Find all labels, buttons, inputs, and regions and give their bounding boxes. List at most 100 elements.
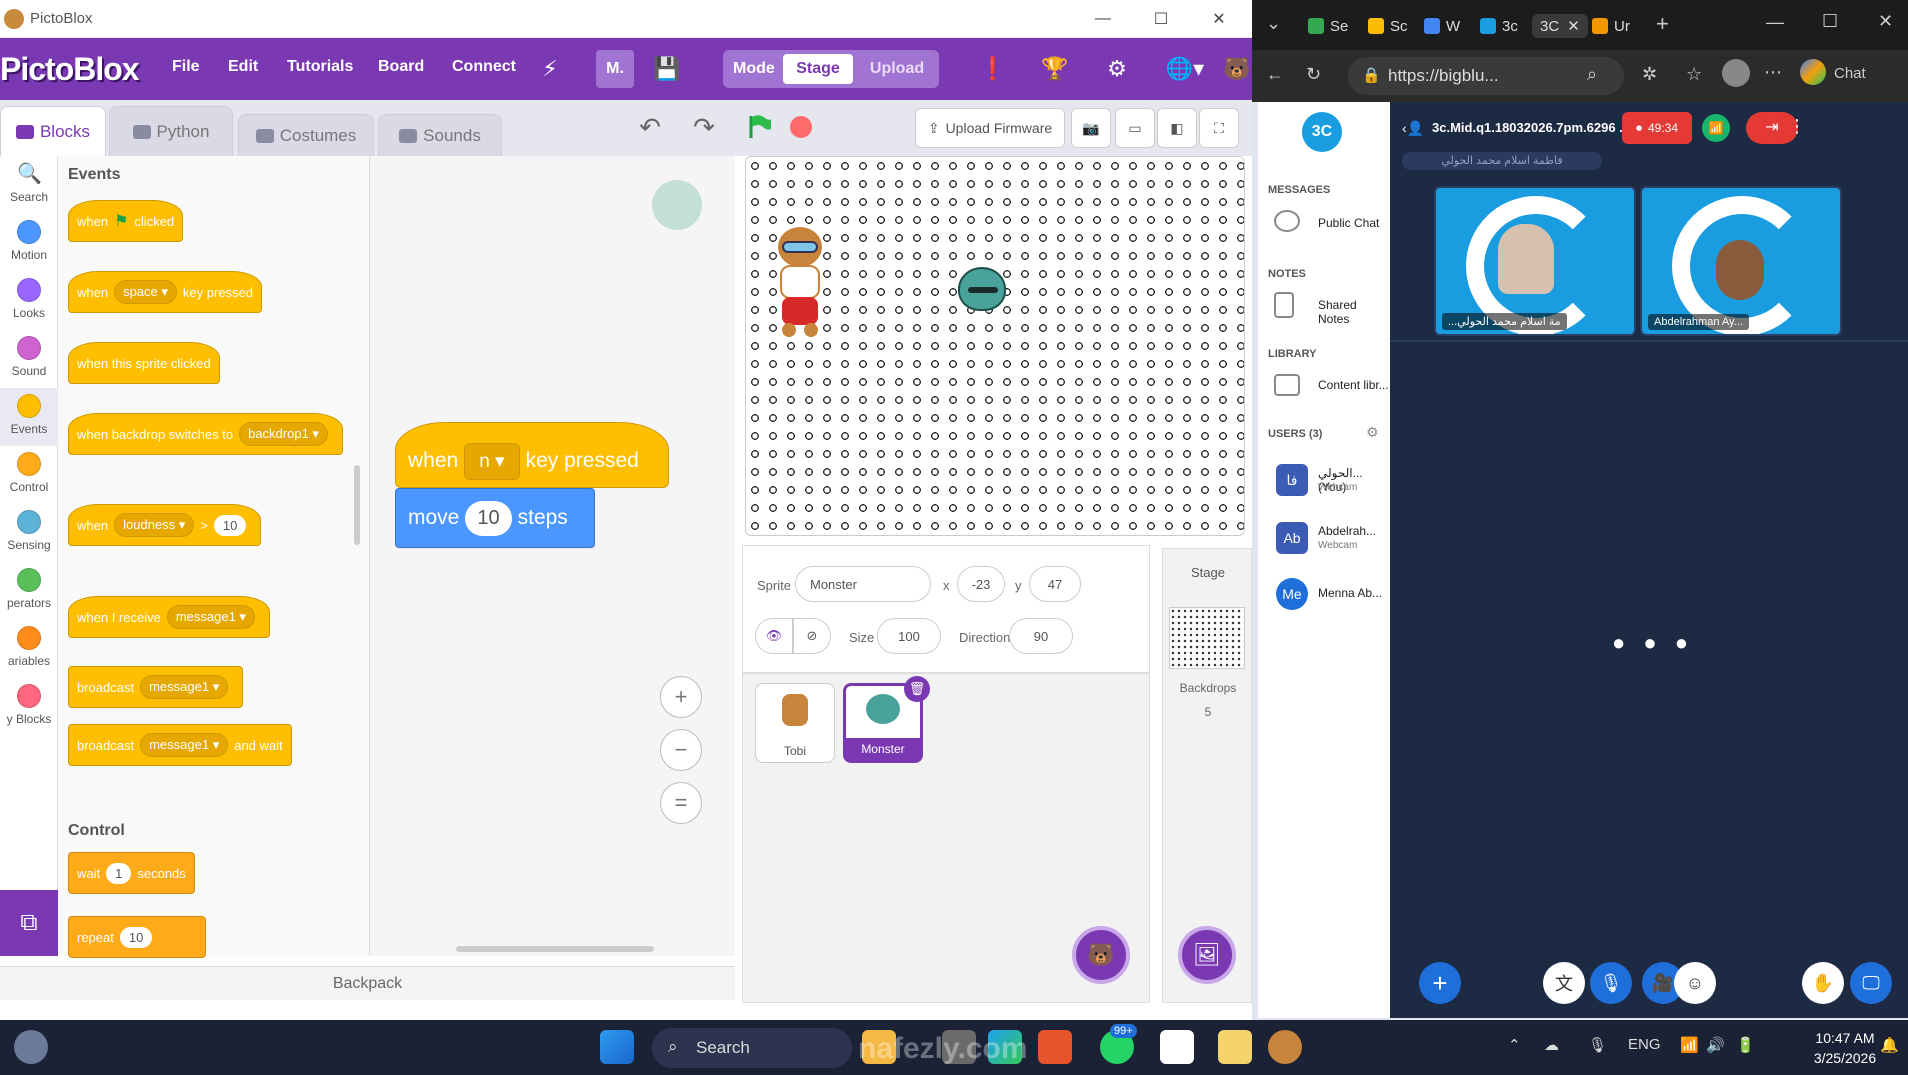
block-when-flag-clicked[interactable]: when ⚑ clicked [68, 200, 184, 242]
backpack[interactable]: Backpack [0, 966, 735, 1000]
menu-board[interactable]: Board [378, 58, 424, 76]
maximize-icon[interactable]: ☐ [1132, 0, 1190, 38]
mode-stage-button[interactable]: Stage [783, 54, 853, 84]
delete-sprite-trash-icon[interactable]: 🗑 [904, 676, 930, 702]
user-name[interactable]: Menna Ab... [1318, 586, 1382, 600]
add-extension-button[interactable]: ⧉ [0, 890, 58, 956]
message-dropdown[interactable]: message1 ▾ [140, 675, 229, 699]
script-when-key-pressed[interactable]: when n ▾ key pressed [395, 422, 669, 488]
close-icon[interactable]: ✕ [1878, 11, 1893, 32]
refresh-icon[interactable]: ↻ [1306, 64, 1321, 85]
category-variables[interactable]: ariables [0, 620, 58, 678]
profile-avatar[interactable] [1722, 59, 1750, 87]
zoom-icon[interactable]: ⌕ [1587, 64, 1597, 85]
tobi-bear-sprite[interactable] [764, 227, 834, 342]
gear-icon[interactable]: ⚙ [1097, 50, 1137, 88]
add-backdrop-button[interactable]: 🖼 [1178, 926, 1236, 984]
chat-button[interactable]: Chat [1834, 65, 1866, 82]
browser-tab-active[interactable]: 3C ✕ [1532, 14, 1588, 38]
category-search[interactable]: 🔍 Search [0, 156, 58, 214]
small-stage-icon[interactable]: ▭ [1115, 108, 1155, 148]
message-dropdown[interactable]: message1 ▾ [140, 733, 229, 757]
notes-icon[interactable] [1218, 1030, 1252, 1064]
recording-indicator[interactable]: ⏺ 49:34 [1622, 112, 1692, 144]
large-stage-icon[interactable]: ◧ [1157, 108, 1197, 148]
zoom-in-icon[interactable]: + [660, 676, 702, 718]
public-chat-link[interactable]: Public Chat [1318, 216, 1379, 230]
store-icon[interactable] [1038, 1030, 1072, 1064]
url-input[interactable]: 🔒 https://bigblu... [1348, 57, 1624, 95]
language-indicator[interactable]: ENG [1628, 1036, 1661, 1053]
tab-blocks[interactable]: Blocks [0, 106, 106, 156]
browser-tab[interactable]: Sc [1368, 14, 1408, 38]
tab-close-icon[interactable]: ✕ [1567, 17, 1580, 35]
hide-sprite-eye-off-icon[interactable]: ⊘ [793, 618, 831, 654]
actions-plus-button[interactable]: + [1419, 962, 1461, 1004]
fullscreen-icon[interactable]: ⛶ [1199, 108, 1239, 148]
avatar[interactable]: 🐻 [1222, 50, 1252, 88]
onedrive-cloud-icon[interactable]: ☁ [1544, 1036, 1559, 1054]
tab-python[interactable]: Python [109, 106, 233, 156]
windows-start-icon[interactable] [600, 1030, 634, 1064]
sprite-card-tobi[interactable]: Tobi [755, 683, 835, 763]
screen-share-icon[interactable]: 🖵 [1850, 962, 1892, 1004]
category-my-blocks[interactable]: y Blocks [0, 678, 58, 736]
video-tile[interactable]: ...مة اسلام محمد الحولي [1434, 186, 1636, 336]
script-scrollbar[interactable] [456, 946, 654, 952]
favorites-star-icon[interactable]: ☆ [1686, 64, 1702, 85]
message-dropdown[interactable]: message1 ▾ [166, 605, 255, 629]
block-when-key-pressed[interactable]: when space ▾ key pressed [68, 271, 263, 313]
block-when-i-receive[interactable]: when I receive message1 ▾ [68, 596, 270, 638]
user-name[interactable]: Abdelrah... [1318, 524, 1376, 538]
pictoblox-taskbar-icon[interactable] [1268, 1030, 1302, 1064]
emoji-reaction-icon[interactable]: ☺ [1674, 962, 1716, 1004]
category-sensing[interactable]: Sensing [0, 504, 58, 562]
battery-icon[interactable]: 🔋 [1736, 1036, 1755, 1054]
menu-edit[interactable]: Edit [228, 58, 258, 76]
tab-list-chevron-icon[interactable]: ⌄ [1266, 13, 1281, 34]
weather-icon[interactable] [14, 1030, 48, 1064]
category-motion[interactable]: Motion [0, 214, 58, 272]
number-input[interactable]: 1 [106, 862, 132, 884]
key-dropdown[interactable]: n ▾ [464, 442, 520, 480]
more-dots-icon[interactable]: ⋯ [1764, 62, 1782, 83]
tab-sounds[interactable]: Sounds [378, 114, 502, 156]
users-gear-icon[interactable]: ⚙ [1366, 424, 1379, 441]
block-wait-seconds[interactable]: wait 1 seconds [68, 852, 195, 894]
language-globe-icon[interactable]: 🌐▾ [1160, 50, 1210, 88]
browser-tab[interactable]: W [1424, 14, 1460, 38]
zoom-reset-icon[interactable]: = [660, 782, 702, 824]
trophy-icon[interactable]: 🏆 [1035, 50, 1075, 88]
translate-icon[interactable]: 文 [1543, 962, 1585, 1004]
mic-tray-icon[interactable]: 🎙 [1588, 1036, 1607, 1054]
number-input[interactable]: 10 [213, 514, 247, 536]
browser-tab[interactable]: Ur [1592, 14, 1630, 38]
notepad-icon[interactable] [1160, 1030, 1194, 1064]
microphone-icon[interactable]: 🎙 [1590, 962, 1632, 1004]
content-library-link[interactable]: Content libr... [1318, 378, 1389, 392]
menu-tutorials[interactable]: Tutorials [287, 58, 353, 76]
category-control[interactable]: Control [0, 446, 58, 504]
minimize-icon[interactable]: — [1766, 12, 1784, 33]
shared-notes-link[interactable]: Shared Notes [1318, 298, 1390, 326]
backdrop-thumbnail[interactable] [1169, 607, 1245, 669]
upload-firmware-button[interactable]: ⇪ Upload Firmware [915, 108, 1065, 148]
loudness-dropdown[interactable]: loudness ▾ [114, 513, 195, 537]
browser-tab[interactable]: 3c [1480, 14, 1518, 38]
green-flag-icon[interactable] [747, 114, 773, 140]
browser-tab[interactable]: Se [1308, 14, 1348, 38]
block-when-loudness[interactable]: when loudness ▾ > 10 [68, 504, 262, 546]
tray-chevron-icon[interactable]: ⌃ [1508, 1036, 1521, 1054]
category-operators[interactable]: perators [0, 562, 58, 620]
copilot-icon[interactable] [1800, 59, 1826, 85]
camera-icon[interactable]: 📷 [1071, 108, 1111, 148]
minimize-icon[interactable]: — [1074, 0, 1132, 38]
zoom-out-icon[interactable]: − [660, 729, 702, 771]
y-input[interactable]: 47 [1029, 566, 1081, 602]
block-repeat[interactable]: repeat 10 [68, 916, 206, 958]
show-sprite-eye-icon[interactable]: 👁 [755, 618, 793, 654]
raise-hand-icon[interactable]: ✋ [1802, 962, 1844, 1004]
avatar[interactable]: فا [1276, 464, 1308, 496]
add-sprite-button[interactable]: 🐻 [1072, 926, 1130, 984]
size-input[interactable]: 100 [877, 618, 941, 654]
